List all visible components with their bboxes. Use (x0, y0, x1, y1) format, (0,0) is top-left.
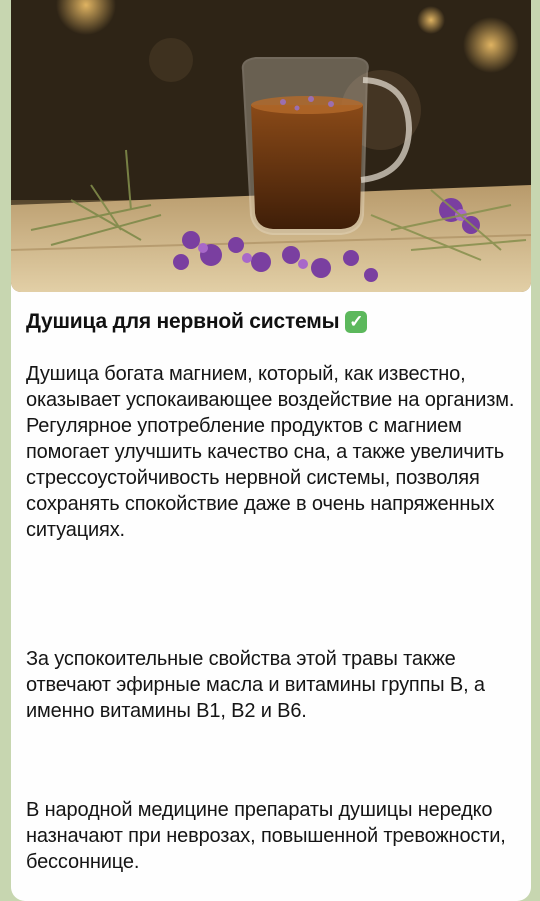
check-mark-button-icon: ✓ (345, 311, 368, 333)
message-bubble[interactable]: Душица для нервной системы ✓ Душица бога… (11, 0, 531, 901)
post-title: Душица для нервной системы (26, 310, 340, 333)
post-title-row: Душица для нервной системы ✓ (26, 305, 516, 339)
post-paragraph-3: В народной медицине препараты душицы нер… (26, 799, 506, 873)
herbal-tea-image (11, 0, 531, 292)
post-paragraph-2: За успокоительные свойства этой травы та… (26, 648, 485, 722)
post-photo[interactable] (11, 0, 531, 292)
post-paragraph-1: Душица богата магнием, который, как изве… (26, 363, 515, 541)
